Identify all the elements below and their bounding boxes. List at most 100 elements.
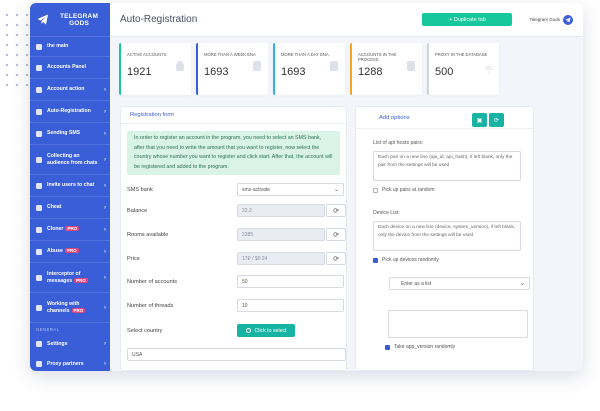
price-field: 17₽ / $0.24 <box>237 252 325 265</box>
chevron-right-icon: › <box>104 304 106 311</box>
checkbox-checked-icon <box>373 257 378 263</box>
chevron-right-icon: › <box>104 86 106 93</box>
sidebar-item-account-action[interactable]: Account action › <box>30 79 110 101</box>
sidebar-item-label: Accounts Panel <box>47 64 86 71</box>
sidebar-item-settings[interactable]: Settings › <box>30 334 110 354</box>
calendar-icon <box>330 61 338 71</box>
country-value-row: USA <box>127 348 346 361</box>
chevron-right-icon: › <box>104 361 106 367</box>
app-version-block: Take app_version randomly <box>385 310 528 350</box>
brand-name: TELEGRAM GODS <box>60 13 98 27</box>
sidebar-item-collecting-audience[interactable]: Collecting an audience from chats › <box>30 145 110 175</box>
refresh-rooms-button[interactable]: ⟳ <box>326 228 346 241</box>
abuse-icon <box>36 248 42 255</box>
device-list-block: Device List: Each device on a new line (… <box>373 210 521 263</box>
chevron-down-icon: ⌄ <box>333 187 339 193</box>
sidebar-item-cloner[interactable]: Cloner PRO › <box>30 219 110 241</box>
input-mode-select[interactable]: Enter as a list ⌄ <box>389 277 530 290</box>
app-version-label: Take app_version randomly <box>394 344 456 350</box>
sidebar-item-label: Auto-Registration <box>47 108 91 115</box>
app-version-textarea[interactable] <box>388 310 528 338</box>
add-options-panel: Add options ▣ ⟳ List of api hosts pairs:… <box>355 106 534 371</box>
brand[interactable]: TELEGRAM GODS <box>30 3 110 37</box>
sms-bank-value: sms-activate <box>242 186 271 193</box>
sidebar-item-cheat[interactable]: Cheat › <box>30 197 110 219</box>
pro-badge: PRO <box>65 226 80 232</box>
sidebar-item-main[interactable]: the main <box>30 37 110 57</box>
accounts-input[interactable]: 50 <box>237 275 344 288</box>
top-bar: Auto-Registration + Duplicate tab Telegr… <box>110 3 583 37</box>
balance-row: Balance 22.2 ⟳ <box>127 204 346 217</box>
chevron-right-icon: › <box>104 226 106 233</box>
message-icon <box>36 130 42 137</box>
save-button[interactable]: ▣ <box>472 113 487 127</box>
sidebar-item-channels[interactable]: Working with channels PRO › <box>30 293 110 323</box>
page-title: Auto-Registration <box>120 14 198 25</box>
sms-bank-label: SMS bank <box>127 186 153 193</box>
checkbox-icon <box>373 187 378 193</box>
sidebar-menu: the main Accounts Panel Account action › … <box>30 37 110 323</box>
app-version-checkbox[interactable]: Take app_version randomly <box>385 344 528 350</box>
sidebar-item-text: Abuse <box>47 248 63 255</box>
balance-field: 22.2 <box>237 204 325 217</box>
sidebar-item-invite-users[interactable]: Invite users to chat › <box>30 175 110 197</box>
refresh-balance-button[interactable]: ⟳ <box>326 204 346 217</box>
sidebar-item-label: Settings <box>47 340 68 347</box>
device-random-checkbox[interactable]: Pick up devices randomly <box>373 257 521 263</box>
clone-icon <box>36 226 42 233</box>
sidebar-item-proxy-partners[interactable]: Proxy partners › <box>30 354 110 371</box>
save-icon: ▣ <box>476 117 483 124</box>
refresh-icon: ⟳ <box>333 255 339 263</box>
user-icon <box>36 86 42 93</box>
select-country-button[interactable]: Click to select <box>237 324 295 337</box>
user-menu[interactable]: Telegram Gods <box>529 14 573 25</box>
gear-icon <box>36 341 42 347</box>
device-random-label: Pick up devices randomly <box>382 257 439 263</box>
user-plus-icon <box>36 108 42 115</box>
sms-bank-select[interactable]: sms-activate ⌄ <box>237 183 344 196</box>
country-field[interactable]: USA <box>127 348 346 361</box>
user-icon <box>176 61 184 71</box>
sidebar-item-abuse[interactable]: Abuse PRO › <box>30 241 110 263</box>
sidebar-item-sending-sms[interactable]: Sending SMS › <box>30 123 110 145</box>
refresh-icon: ⟳ <box>333 231 339 239</box>
duplicate-tab-button[interactable]: + Duplicate tab <box>422 13 513 26</box>
main-content: Auto-Registration + Duplicate tab Telegr… <box>110 3 583 371</box>
sidebar-item-label: Proxy partners <box>47 360 84 367</box>
refresh-price-button[interactable]: ⟳ <box>326 252 346 265</box>
sidebar-item-label: Invite users to chat <box>47 182 95 189</box>
rooms-row: Rooms available 2285 ⟳ <box>127 228 346 241</box>
target-icon <box>245 328 251 333</box>
accounts-icon <box>36 64 42 71</box>
chevron-right-icon: › <box>104 108 106 115</box>
select-country-label: Click to select <box>254 327 287 334</box>
invite-icon <box>36 182 42 189</box>
stat-card-week: MORE THAN A WEEK ENA 1693 <box>196 43 268 95</box>
sidebar-item-label: Interceptor of messages PRO <box>47 271 102 284</box>
sidebar-item-label: Cheat <box>47 204 62 211</box>
country-row: Select country Click to select <box>127 324 346 337</box>
brand-name-line1: TELEGRAM <box>60 12 99 20</box>
api-random-checkbox[interactable]: Pick up pairs at random <box>373 187 521 193</box>
sidebar-item-auto-registration[interactable]: Auto-Registration › <box>30 101 110 123</box>
sidebar-item-label: Collecting an audience from chats <box>47 153 98 166</box>
rooms-label: Rooms available <box>127 231 169 238</box>
sidebar-item-accounts-panel[interactable]: Accounts Panel <box>30 57 110 79</box>
chevron-right-icon: › <box>104 130 106 137</box>
sidebar-item-label: Cloner PRO <box>47 226 102 233</box>
chevron-right-icon: › <box>104 274 106 281</box>
device-list-textarea[interactable]: Each device on a new line (device, syste… <box>373 221 521 251</box>
country-label: Select country <box>127 327 163 334</box>
sms-bank-row: SMS bank sms-activate ⌄ <box>127 183 346 196</box>
sidebar-item-interceptor[interactable]: Interceptor of messages PRO › <box>30 263 110 293</box>
api-pairs-textarea[interactable]: Each pair on a new line (api_id, api_has… <box>373 151 521 181</box>
input-mode-block: Enter as a list ⌄ <box>389 277 530 290</box>
chevron-right-icon: › <box>104 248 106 255</box>
reset-button[interactable]: ⟳ <box>489 113 504 127</box>
info-notice: In order to register an account in the p… <box>127 131 340 175</box>
threads-input[interactable]: 10 <box>237 299 344 312</box>
cheat-icon <box>36 204 42 211</box>
document-icon <box>407 61 415 71</box>
sidebar-item-label: Sending SMS <box>47 130 81 137</box>
chevron-right-icon: › <box>104 156 106 163</box>
